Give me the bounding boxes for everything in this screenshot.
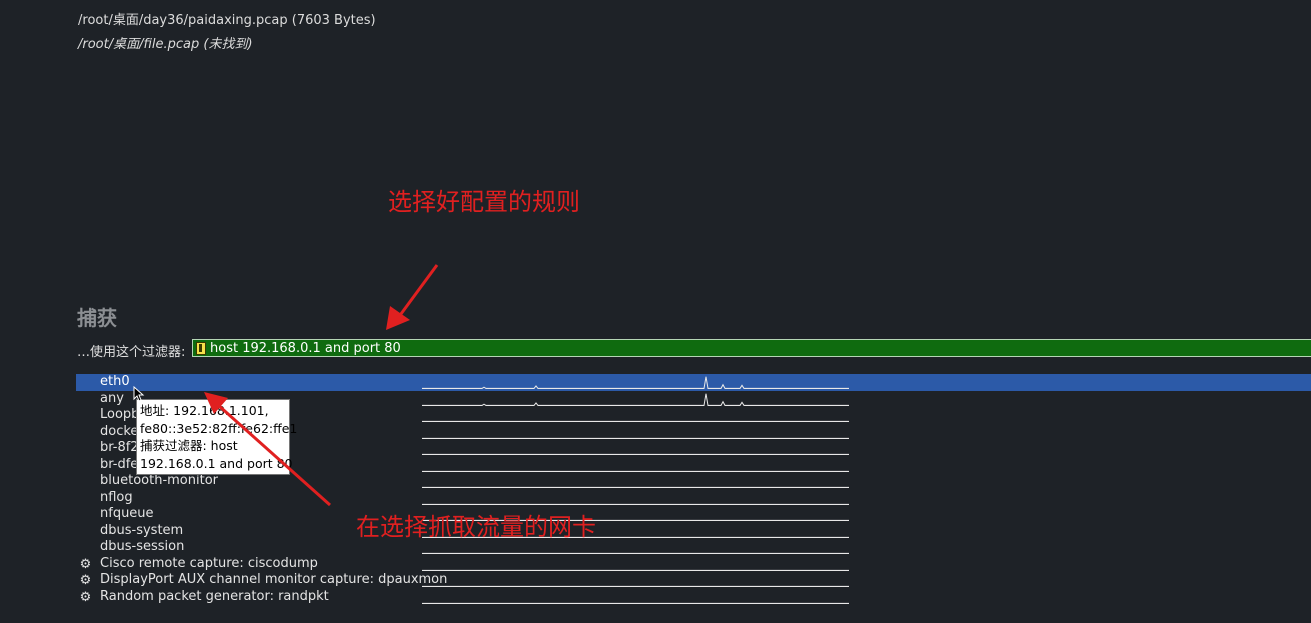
interface-row[interactable]: dbus-system [76, 523, 1311, 540]
traffic-sparkline [422, 437, 849, 439]
traffic-sparkline [422, 602, 849, 604]
tooltip-line: 192.168.0.1 and port 80 [140, 455, 293, 471]
interface-name: dbus-system [100, 522, 184, 538]
interface-name: bluetooth-monitor [100, 473, 218, 488]
interface-row[interactable]: nflog [76, 490, 1311, 507]
annotation-top: 选择好配置的规则 [388, 188, 580, 216]
interface-name: dbus-session [100, 539, 185, 554]
mouse-cursor-icon [133, 386, 145, 402]
interface-name: nfqueue [100, 506, 154, 521]
interface-name: br-8f2 [100, 440, 139, 455]
wireshark-welcome-page: /root/桌面/day36/paidaxing.pcap (7603 Byte… [0, 0, 1311, 623]
settings-gear-icon[interactable]: ⚙ [79, 558, 92, 571]
interface-row[interactable]: ⚙ Cisco remote capture: ciscodump [76, 556, 1311, 573]
tooltip-line: fe80::3e52:82ff:fe62:ffe1 [140, 420, 298, 436]
filter-bookmark-icon[interactable] [196, 341, 206, 355]
interface-name: eth0 [100, 374, 130, 389]
traffic-sparkline [422, 569, 849, 571]
traffic-sparkline [422, 585, 849, 587]
traffic-sparkline [422, 420, 849, 422]
traffic-sparkline [422, 376, 849, 389]
interface-name: Cisco remote capture: ciscodump [100, 555, 318, 571]
capture-filter-input[interactable] [210, 340, 1311, 356]
interface-name: br-dfe [100, 456, 139, 472]
settings-gear-icon[interactable]: ⚙ [79, 591, 92, 604]
capture-filter-label: …使用这个过滤器: [77, 345, 186, 360]
interface-row[interactable]: eth0 [76, 374, 1311, 391]
tooltip-line: 地址: 192.168.1.101, [140, 403, 269, 418]
capture-filter-bar [192, 339, 1311, 357]
annotation-bottom: 在选择抓取流量的网卡 [356, 513, 596, 541]
traffic-sparkline [422, 453, 849, 455]
capture-section-title: 捕获 [77, 306, 117, 330]
interface-tooltip: 地址: 192.168.1.101, fe80::3e52:82ff:fe62:… [136, 399, 298, 475]
arrow-to-filter [386, 264, 439, 330]
interface-row[interactable]: ⚙ DisplayPort AUX channel monitor capture… [76, 572, 1311, 589]
interface-row[interactable]: nfqueue [76, 506, 1311, 523]
traffic-sparkline [422, 470, 849, 472]
traffic-sparkline [422, 503, 849, 505]
interface-name: nflog [100, 489, 133, 505]
interface-name: any [100, 390, 124, 406]
settings-gear-icon[interactable]: ⚙ [79, 574, 92, 587]
interface-row[interactable]: bluetooth-monitor [76, 473, 1311, 490]
traffic-sparkline [422, 486, 849, 488]
interface-row[interactable]: dbus-session [76, 539, 1311, 556]
interface-name: Random packet generator: randpkt [100, 588, 329, 604]
interface-row[interactable]: ⚙ Random packet generator: randpkt [76, 589, 1311, 606]
tooltip-line: 捕获过滤器: host [140, 438, 238, 453]
traffic-sparkline [422, 393, 849, 406]
interface-name: DisplayPort AUX channel monitor capture:… [100, 572, 448, 587]
sparkline-path [422, 376, 849, 389]
recent-file-item[interactable]: /root/桌面/day36/paidaxing.pcap (7603 Byte… [78, 9, 376, 28]
recent-file-item-missing[interactable]: /root/桌面/file.pcap (未找到) [78, 33, 253, 52]
sparkline-path [422, 393, 849, 406]
